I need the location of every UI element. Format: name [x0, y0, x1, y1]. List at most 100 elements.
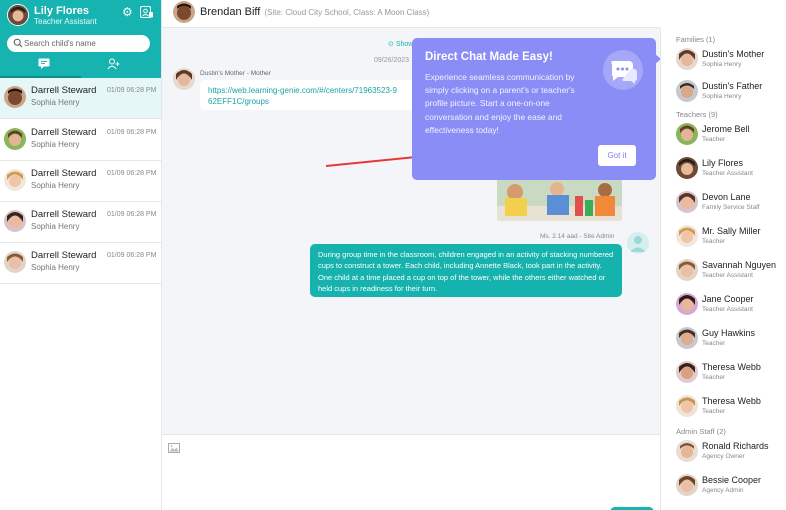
participant-item[interactable]: Lily Flores Teacher Assistant	[676, 155, 786, 183]
chat-title: Brendan Biff (Site: Cloud City School, Cl…	[200, 6, 429, 18]
participant-item[interactable]: Theresa Webb Teacher	[676, 359, 786, 387]
participant-role: Teacher Assistant	[702, 272, 753, 279]
participant-item[interactable]: Dustin's Mother Sophia Henry	[676, 46, 786, 74]
conversation-name: Darrell Steward	[31, 168, 97, 179]
conversation-time: 01/09 06:28 PM	[107, 252, 157, 259]
conversation-item[interactable]: Darrell Steward Sophia Henry 01/09 06:28…	[0, 202, 161, 243]
participant-name: Dustin's Mother	[702, 49, 765, 59]
message-photo[interactable]	[497, 178, 622, 221]
participant-item[interactable]: Jerome Bell Teacher	[676, 121, 786, 149]
participants-panel: Families (1) Dustin's Mother Sophia Henr…	[660, 28, 786, 510]
participant-name: Theresa Webb	[702, 362, 761, 372]
conversation-sidebar: Lily Flores Teacher Assistant ⚙ Darrell …	[0, 0, 162, 510]
message-sender: Ms. 2.14 aad - Site Admin	[540, 233, 615, 240]
child-avatar	[4, 86, 26, 108]
teachers-section-label: Teachers (9)	[676, 110, 718, 119]
participant-avatar[interactable]	[676, 259, 698, 281]
conversation-time: 01/09 06:28 PM	[107, 211, 157, 218]
date-divider: 09/26/2023	[374, 57, 410, 64]
participant-name: Savannah Nguyen	[702, 260, 777, 270]
image-icon[interactable]	[168, 443, 180, 453]
participant-role: Sophia Henry	[702, 93, 742, 100]
participant-item[interactable]: Mr. Sally Miller Teacher	[676, 223, 786, 251]
search-input[interactable]	[24, 35, 144, 52]
user-name: Lily Flores	[34, 5, 90, 17]
conversation-item[interactable]: Darrell Steward Sophia Henry 01/09 06:28…	[0, 78, 161, 119]
gear-icon[interactable]: ⚙	[122, 6, 134, 18]
participant-name: Dustin's Father	[702, 81, 763, 91]
participant-role: Teacher	[702, 238, 726, 245]
participant-avatar[interactable]	[676, 395, 698, 417]
participant-avatar[interactable]	[676, 157, 698, 179]
participant-avatar[interactable]	[676, 327, 698, 349]
participant-name: Bessie Cooper	[702, 475, 762, 485]
participant-avatar[interactable]	[676, 293, 698, 315]
admin-section-label: Admin Staff (2)	[676, 427, 726, 436]
chat-bubbles-icon	[603, 50, 643, 90]
participant-role: Agency Owner	[702, 453, 745, 460]
child-avatar	[4, 251, 26, 273]
participant-role: Teacher Assistant	[702, 306, 753, 313]
participant-item[interactable]: Dustin's Father Sophia Henry	[676, 78, 786, 106]
participant-avatar[interactable]	[676, 191, 698, 213]
conversation-time: 01/09 06:28 PM	[107, 87, 157, 94]
participant-role: Teacher	[702, 408, 726, 415]
participant-name: Jane Cooper	[702, 294, 754, 304]
message-bubble: During group time in the classroom, chil…	[310, 244, 622, 297]
participant-avatar[interactable]	[676, 440, 698, 462]
participant-name: Ronald Richards	[702, 441, 769, 451]
show-more-link[interactable]: ⊙ Show	[388, 40, 413, 48]
participant-item[interactable]: Jane Cooper Teacher Assistant	[676, 291, 786, 319]
conversation-item[interactable]: Darrell Steward Sophia Henry 01/09 06:28…	[0, 243, 161, 284]
participant-role: Family Service Staff	[702, 204, 760, 211]
user-role: Teacher Assistant	[34, 17, 97, 26]
participant-avatar[interactable]	[676, 225, 698, 247]
child-avatar	[4, 169, 26, 191]
search-box[interactable]	[7, 35, 150, 52]
child-avatar	[4, 128, 26, 150]
participant-role: Sophia Henry	[702, 61, 742, 68]
participant-item[interactable]: Theresa Webb Teacher	[676, 393, 786, 421]
participant-item[interactable]: Bessie Cooper Agency Admin	[676, 472, 786, 500]
participant-name: Guy Hawkins	[702, 328, 756, 338]
user-avatar[interactable]	[7, 4, 29, 26]
conversation-time: 01/09 06:28 PM	[107, 170, 157, 177]
participant-role: Agency Admin	[702, 487, 744, 494]
message-sender: Dustin's Mother - Mother	[200, 70, 271, 77]
participant-avatar[interactable]	[676, 361, 698, 383]
onboarding-tooltip: Direct Chat Made Easy! Experience seamle…	[412, 38, 656, 180]
participant-avatar[interactable]	[676, 80, 698, 102]
participant-item[interactable]: Savannah Nguyen Teacher Assistant	[676, 257, 786, 285]
participant-role: Teacher	[702, 136, 726, 143]
sender-avatar[interactable]	[173, 68, 195, 90]
participant-role: Teacher Assistant	[702, 170, 753, 177]
message-composer[interactable]	[162, 434, 660, 510]
conversation-sub: Sophia Henry	[31, 98, 80, 107]
chat-tab-icon[interactable]	[38, 58, 50, 69]
conversation-name: Darrell Steward	[31, 127, 97, 138]
conversation-sub: Sophia Henry	[31, 140, 80, 149]
conversation-item[interactable]: Darrell Steward Sophia Henry 01/09 06:28…	[0, 120, 161, 161]
chat-title-name: Brendan Biff	[200, 6, 261, 18]
participant-avatar[interactable]	[676, 474, 698, 496]
search-icon	[13, 38, 23, 48]
conversation-name: Darrell Steward	[31, 209, 97, 220]
participant-role: Teacher	[702, 374, 726, 381]
conversation-item[interactable]: Darrell Steward Sophia Henry 01/09 06:28…	[0, 161, 161, 202]
contacts-icon[interactable]	[140, 6, 153, 18]
sender-avatar[interactable]	[627, 232, 649, 254]
conversation-name: Darrell Steward	[31, 85, 97, 96]
chat-avatar[interactable]	[173, 1, 195, 23]
people-tab-icon[interactable]	[107, 58, 120, 70]
participant-name: Devon Lane	[702, 192, 751, 202]
participant-item[interactable]: Guy Hawkins Teacher	[676, 325, 786, 353]
participant-avatar[interactable]	[676, 123, 698, 145]
chat-subtitle: (Site: Cloud City School, Class: A Moon …	[264, 8, 430, 17]
conversation-name: Darrell Steward	[31, 250, 97, 261]
chat-header: Brendan Biff (Site: Cloud City School, Cl…	[162, 0, 660, 28]
participant-item[interactable]: Devon Lane Family Service Staff	[676, 189, 786, 217]
participant-item[interactable]: Ronald Richards Agency Owner	[676, 438, 786, 466]
participant-avatar[interactable]	[676, 48, 698, 70]
got-it-button[interactable]: Got it	[598, 145, 636, 166]
show-more-label: Show	[395, 41, 414, 48]
